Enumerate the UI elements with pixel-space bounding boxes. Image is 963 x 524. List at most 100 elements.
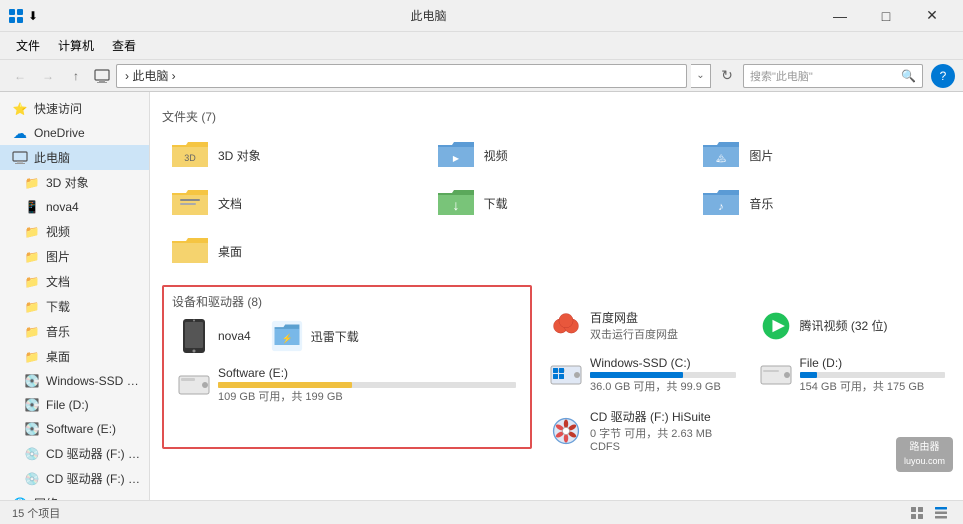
device-baiduyun[interactable]: 百度网盘 双击运行百度网盘	[544, 305, 742, 346]
folder-pictures-icon: 🏔	[701, 139, 741, 171]
sidebar-item-pictures[interactable]: 📁 图片	[0, 244, 149, 269]
sidebar-item-software[interactable]: 💽 Software (E:)	[0, 417, 149, 441]
sidebar-item-thispc[interactable]: 此电脑	[0, 145, 149, 170]
tencent-video-icon	[760, 310, 792, 342]
sidebar-item-3d[interactable]: 📁 3D 对象	[0, 170, 149, 195]
content-area: 文件夹 (7) 3D 3D 对象 ▶ 视频	[150, 92, 963, 500]
help-button[interactable]: ?	[931, 64, 955, 88]
sidebar-filed-label: File (D:)	[46, 398, 89, 412]
restore-button[interactable]: □	[863, 0, 909, 32]
windows-ssd-icon	[550, 359, 582, 391]
desktop-folder-icon: 📁	[24, 349, 40, 365]
search-box[interactable]: 搜索"此电脑" 🔍	[743, 64, 923, 88]
folder-3d-icon: 📁	[24, 175, 40, 191]
menu-file[interactable]: 文件	[8, 34, 48, 57]
sidebar-network-label: 网络	[34, 495, 58, 500]
folders-header-text: 文件夹 (7)	[162, 110, 216, 124]
device-windows-ssd[interactable]: Windows-SSD (C:) 36.0 GB 可用，共 99.9 GB	[544, 352, 742, 398]
music-folder-icon: 📁	[24, 324, 40, 340]
close-button[interactable]: ✕	[909, 0, 955, 32]
sidebar-item-music[interactable]: 📁 音乐	[0, 319, 149, 344]
device-nova4[interactable]: nova4	[172, 316, 257, 356]
folder-docs[interactable]: 文档	[162, 181, 420, 225]
list-view-button[interactable]	[907, 503, 927, 523]
status-right	[907, 503, 951, 523]
folder-pictures[interactable]: 🏔 图片	[693, 133, 951, 177]
docs-folder-icon: 📁	[24, 274, 40, 290]
sidebar-item-nova4[interactable]: 📱 nova4	[0, 195, 149, 219]
sidebar-downloads-label: 下载	[46, 298, 70, 315]
windows-ssd-name: Windows-SSD (C:)	[590, 356, 736, 370]
nova4-info: nova4	[218, 329, 251, 343]
search-placeholder: 搜索"此电脑"	[750, 68, 813, 84]
thunder-name: 迅雷下载	[311, 328, 359, 345]
sidebar-item-network[interactable]: 🌐 网络	[0, 491, 149, 500]
device-thunder[interactable]: ⚡ 迅雷下载	[265, 316, 365, 356]
sidebar-item-docs[interactable]: 📁 文档	[0, 269, 149, 294]
sidebar-item-quickaccess[interactable]: ⭐ 快速访问	[0, 96, 149, 121]
drive-e-icon: 💽	[24, 421, 40, 437]
folder-downloads[interactable]: ↓ 下载	[428, 181, 686, 225]
folder-desktop[interactable]: 桌面	[162, 229, 420, 273]
sidebar-item-desktop[interactable]: 📁 桌面	[0, 344, 149, 369]
cd-hisuite-icon	[550, 415, 582, 447]
drives-grid: 百度网盘 双击运行百度网盘 腾讯视频 (32	[544, 305, 951, 457]
sidebar-windowsssd-label: Windows-SSD (C:)	[46, 374, 141, 388]
sidebar-desktop-label: 桌面	[46, 348, 70, 365]
folder-music-icon: ♪	[701, 187, 741, 219]
detail-view-button[interactable]	[931, 503, 951, 523]
sidebar-item-downloads[interactable]: 📁 下载	[0, 294, 149, 319]
minimize-button[interactable]: —	[817, 0, 863, 32]
device-cd-hisuite[interactable]: CD 驱动器 (F:) HiSuite 0 字节 可用，共 2.63 MB CD…	[544, 404, 742, 457]
sidebar-item-video[interactable]: 📁 视频	[0, 219, 149, 244]
thunder-info: 迅雷下载	[311, 328, 359, 345]
devices-right: 百度网盘 双击运行百度网盘 腾讯视频 (32	[544, 285, 951, 457]
folder-music-label: 音乐	[749, 195, 773, 212]
menu-computer[interactable]: 计算机	[50, 34, 102, 57]
sidebar-item-onedrive[interactable]: ☁ OneDrive	[0, 121, 149, 145]
folder-3d[interactable]: 3D 3D 对象	[162, 133, 420, 177]
address-dropdown[interactable]: ⌄	[691, 64, 711, 88]
menu-bar: 文件 计算机 查看	[0, 32, 963, 60]
refresh-button[interactable]: ↻	[715, 64, 739, 88]
sidebar-cdhisui-label: CD 驱动器 (F:) HiSui	[46, 470, 141, 487]
sidebar-item-windows-ssd[interactable]: 💽 Windows-SSD (C:)	[0, 369, 149, 393]
cd-icon2: 💿	[24, 471, 40, 487]
device-tencent-video[interactable]: 腾讯视频 (32 位)	[754, 305, 952, 346]
cd-hisuite-info: CD 驱动器 (F:) HiSuite 0 字节 可用，共 2.63 MB CD…	[590, 408, 712, 453]
baiduyun-detail: 双击运行百度网盘	[590, 326, 678, 342]
cd-hisuite-detail: 0 字节 可用，共 2.63 MB	[590, 425, 712, 441]
sidebar-item-cd-hisi[interactable]: 💿 CD 驱动器 (F:) HiSi	[0, 441, 149, 466]
thunder-icon: ⚡	[271, 320, 303, 352]
device-file-d[interactable]: File (D:) 154 GB 可用，共 175 GB	[754, 352, 952, 398]
svg-text:3D: 3D	[184, 153, 196, 163]
software-e-name: Software (E:)	[218, 366, 516, 380]
up-button[interactable]: ↑	[64, 64, 88, 88]
computer-icon	[12, 150, 28, 166]
nova4-icon	[178, 320, 210, 352]
sidebar-item-filed[interactable]: 💽 File (D:)	[0, 393, 149, 417]
device-software-e[interactable]: Software (E:) 109 GB 可用，共 199 GB	[172, 362, 522, 408]
menu-view[interactable]: 查看	[104, 34, 144, 57]
sidebar-video-label: 视频	[46, 223, 70, 240]
software-e-info: Software (E:) 109 GB 可用，共 199 GB	[218, 366, 516, 404]
svg-text:🏔: 🏔	[716, 154, 726, 163]
status-count: 15 个项目	[12, 505, 60, 521]
folder-video[interactable]: ▶ 视频	[428, 133, 686, 177]
baiduyun-icon	[550, 310, 582, 342]
back-button[interactable]: ←	[8, 64, 32, 88]
sidebar-item-cd-hisui[interactable]: 💿 CD 驱动器 (F:) HiSui	[0, 466, 149, 491]
drive-e-icon	[178, 369, 210, 401]
drive-d-icon: 💽	[24, 397, 40, 413]
status-bar: 15 个项目	[0, 500, 963, 524]
sidebar: ⭐ 快速访问 ☁ OneDrive 此电脑 📁 3D 对象 📱 nova4 📁	[0, 92, 150, 500]
folder-music[interactable]: ♪ 音乐	[693, 181, 951, 225]
folder-pictures-label: 图片	[749, 147, 773, 164]
windows-ssd-detail: 36.0 GB 可用，共 99.9 GB	[590, 378, 736, 394]
address-path[interactable]: › 此电脑 ›	[116, 64, 687, 88]
main-layout: ⭐ 快速访问 ☁ OneDrive 此电脑 📁 3D 对象 📱 nova4 📁	[0, 92, 963, 500]
file-d-detail: 154 GB 可用，共 175 GB	[800, 378, 946, 394]
cd-icon1: 💿	[24, 446, 40, 462]
forward-button[interactable]: →	[36, 64, 60, 88]
address-bar: ← → ↑ › 此电脑 › ⌄ ↻ 搜索"此电脑" 🔍 ?	[0, 60, 963, 92]
